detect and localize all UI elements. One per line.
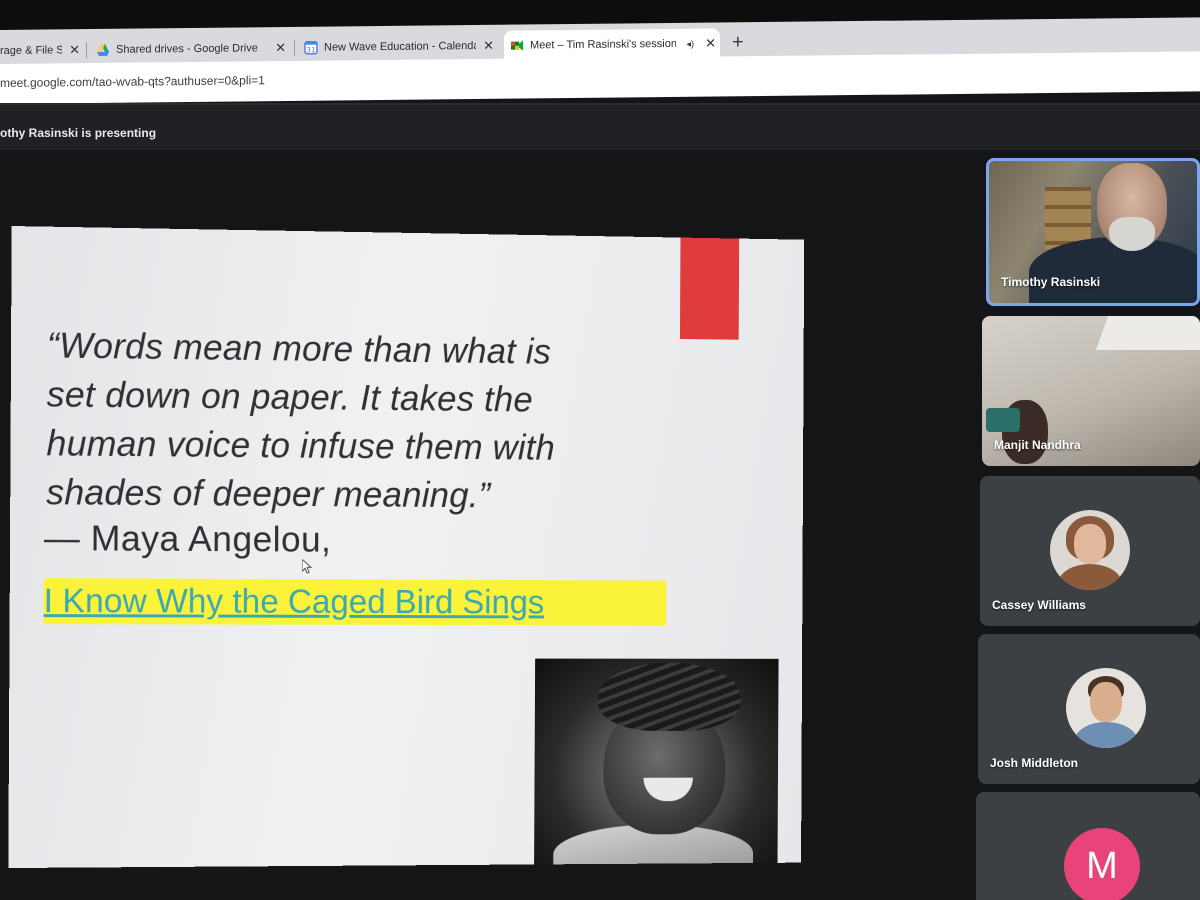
mouse-cursor-icon [302,559,312,573]
svg-text:31: 31 [307,46,316,54]
tab-shared-drives[interactable]: Shared drives - Google Drive ✕ [90,33,290,65]
close-tab-icon[interactable]: ✕ [483,31,494,61]
participant-name: Cassey Williams [992,598,1086,612]
author-portrait-photo [534,658,779,865]
quote-line: set down on paper. It takes the [46,373,533,420]
participant-tile-timothy[interactable]: Timothy Rasinski [986,158,1200,306]
quote-author: — Maya Angelou, [43,517,332,560]
google-calendar-icon: 31 [304,40,318,55]
tab-storage[interactable]: rage & File Sh ✕ [0,35,84,66]
tab-separator [86,42,87,59]
participant-name: Josh Middleton [990,756,1078,770]
participant-tile-cassey[interactable]: Cassey Williams [980,476,1200,626]
participant-name: Timothy Rasinski [1001,275,1101,289]
avatar-shoulders [1058,564,1122,590]
slide-quote: “Words mean more than what is set down o… [46,321,688,521]
tab-label: Meet – Tim Rasinski's session [530,37,676,52]
participant-name: Manjit Nandhra [994,438,1081,452]
portrait-headwrap [597,662,741,732]
video-phone [986,408,1020,432]
participant-tile-josh[interactable]: Josh Middleton [978,634,1200,784]
avatar-shoulders [1074,722,1138,748]
video-person-beard [1109,217,1155,251]
tab-separator [294,39,295,56]
book-title-link[interactable]: I Know Why the Caged Bird Sings [44,582,545,621]
google-drive-icon [97,43,109,56]
audio-playing-icon[interactable]: ◂) [686,29,694,59]
tab-label: New Wave Education - Calendar [324,39,476,54]
video-person-shoulders [1029,237,1197,303]
presentation-stage: “Words mean more than what is set down o… [0,150,965,900]
avatar-face [1090,682,1122,722]
screen: rage & File Sh ✕ Shared drives - Google … [0,0,1200,900]
participant-tile-manjit[interactable]: Manjit Nandhra [982,316,1200,466]
tab-calendar[interactable]: 31 New Wave Education - Calendar ✕ [298,31,498,63]
quote-line: “Words mean more than what is [46,324,552,372]
participant-tile-m[interactable]: M [976,792,1200,900]
presented-slide: “Words mean more than what is set down o… [8,226,805,869]
avatar [1050,510,1130,590]
avatar [1066,668,1146,748]
letter-avatar: M [1064,828,1140,900]
url-text: meet.google.com/tao-wvab-qts?authuser=0&… [0,73,265,90]
presenting-label: othy Rasinski is presenting [0,126,157,140]
close-tab-icon[interactable]: ✕ [275,33,286,63]
tab-label: Shared drives - Google Drive [116,42,258,56]
book-title-highlight: I Know Why the Caged Bird Sings [43,578,667,626]
tab-label: rage & File Sh [0,44,62,57]
quote-line: shades of deeper meaning.” [46,471,491,516]
quote-line: human voice to infuse them with [46,422,556,468]
slide-accent-bar [679,237,740,340]
close-tab-icon[interactable]: ✕ [705,29,716,59]
google-meet-icon [511,40,523,51]
meet-header: othy Rasinski is presenting [0,105,1200,150]
new-tab-button[interactable]: + [732,27,744,57]
video-ceiling-light [1095,316,1200,350]
avatar-face [1074,524,1106,564]
close-tab-icon[interactable]: ✕ [69,35,80,65]
